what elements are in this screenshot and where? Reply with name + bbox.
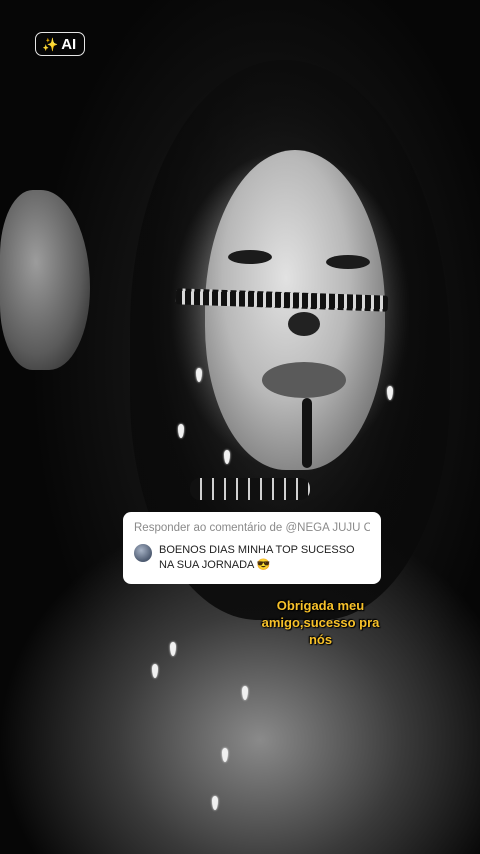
background-photo [0,0,480,854]
left-eye [228,250,272,264]
sparkle-icon: ✨ [42,36,59,52]
reply-comment-sticker[interactable]: Responder ao comentário de @NEGA JUJU C.… [123,512,381,584]
reply-header: Responder ao comentário de @NEGA JUJU C.… [134,522,370,534]
nose-paint [288,312,320,336]
ai-label-badge[interactable]: ✨ AI [35,32,86,56]
choker-necklace [190,478,310,500]
reply-body: BOENOS DIAS MINHA TOP SUCESSO NA SUA JOR… [134,543,370,573]
water-drop [222,748,228,762]
lips [262,362,346,398]
water-drop [242,686,248,700]
water-drop [212,796,218,810]
video-caption: Obrigada meu amigo,sucesso pra nós [261,598,380,647]
water-drop [152,664,158,678]
chin-paint-line [302,398,312,468]
ai-label-text: AI [61,35,77,53]
water-drop [170,642,176,656]
commenter-avatar [134,544,152,562]
hand-shape [0,190,90,370]
right-eye [326,255,370,269]
reply-comment-text: BOENOS DIAS MINHA TOP SUCESSO NA SUA JOR… [159,544,355,571]
